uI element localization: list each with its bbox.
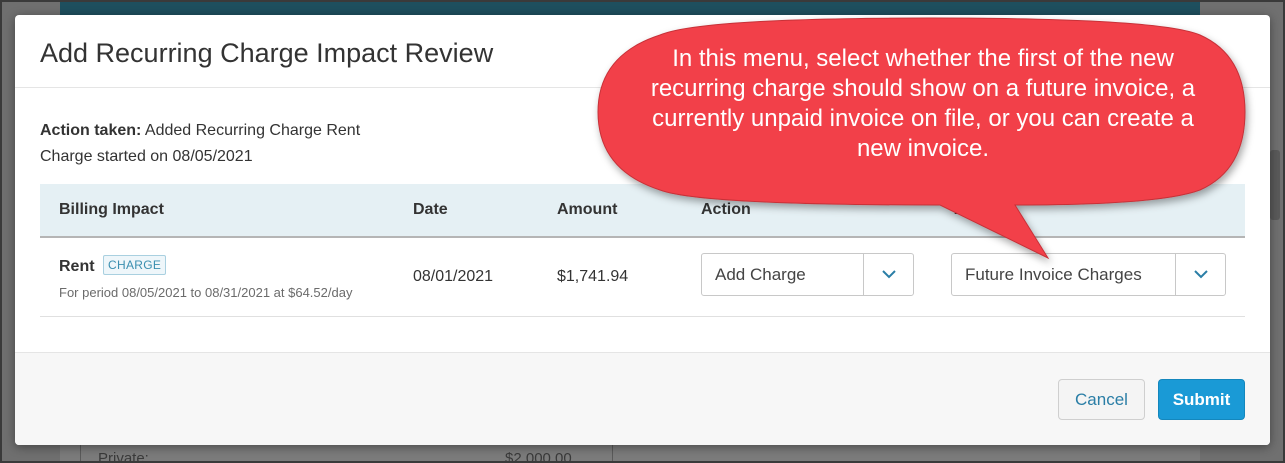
callout-text: In this menu, select whether the first o…	[650, 45, 1196, 162]
annotation-callout: In this menu, select whether the first o…	[0, 0, 1285, 463]
